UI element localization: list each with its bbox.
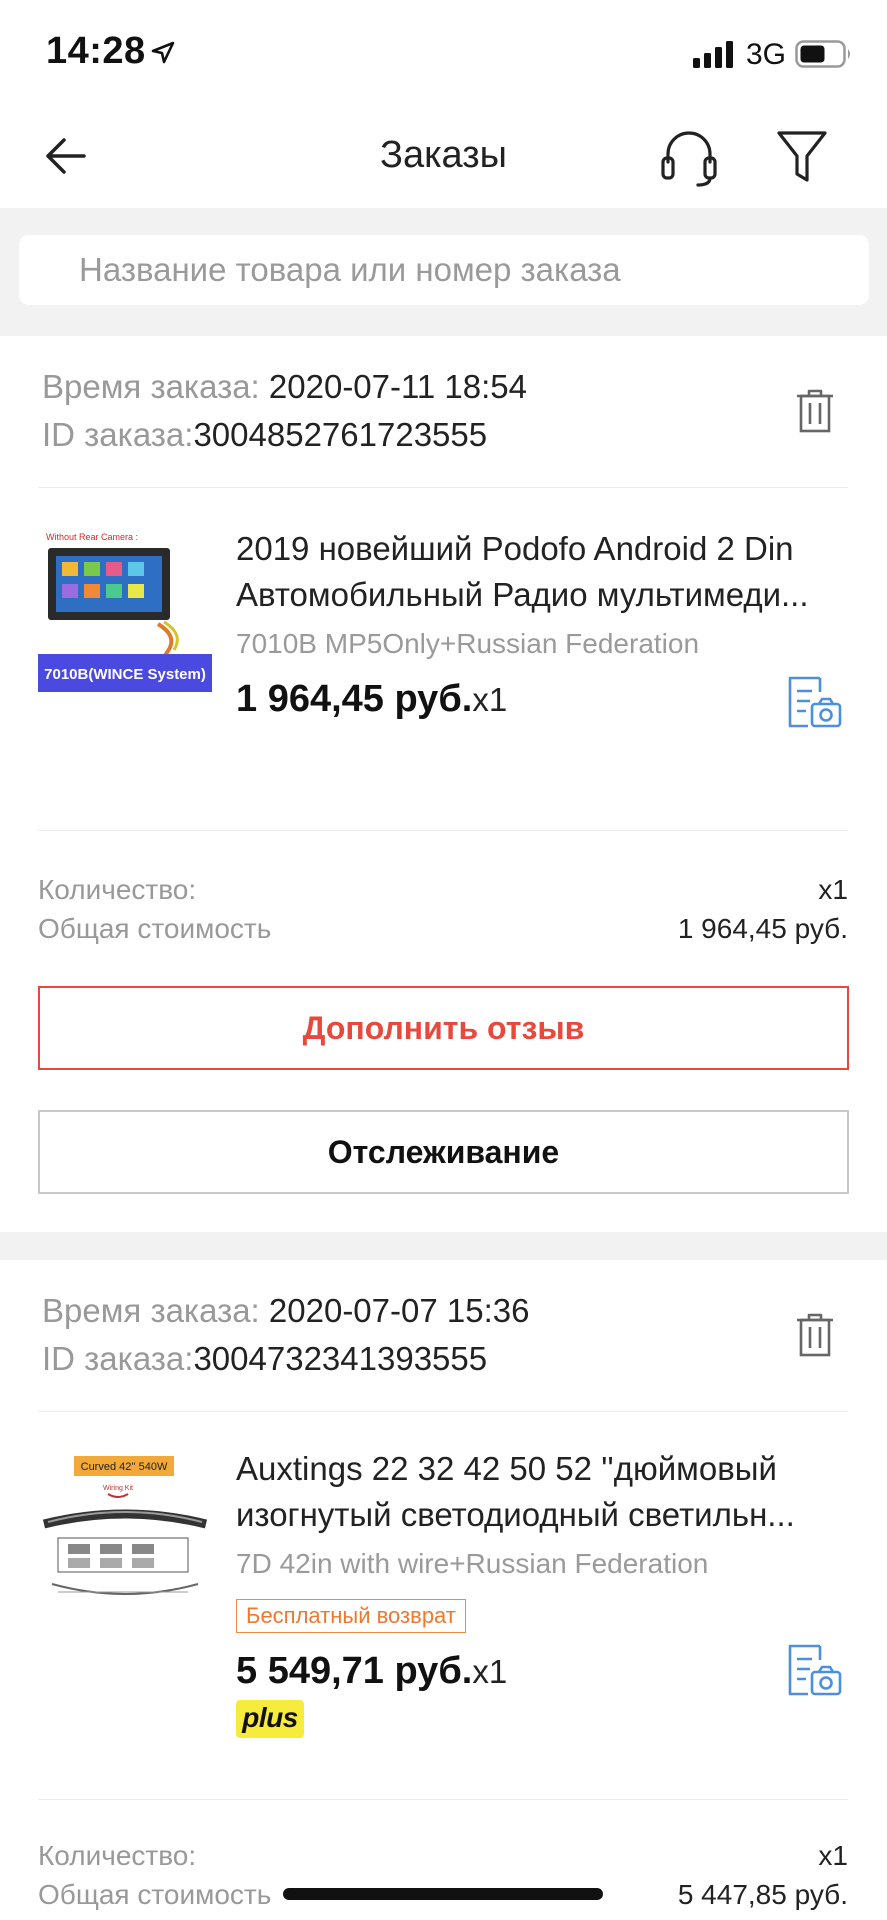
order-id-value: 3004732341393555 xyxy=(193,1340,488,1377)
status-time: 14:28 xyxy=(46,30,146,72)
product-price: 1 964,45 руб.x1 xyxy=(236,678,507,721)
qty-value: x1 xyxy=(818,874,848,905)
trash-icon[interactable] xyxy=(795,388,835,434)
price-qty: x1 xyxy=(472,681,508,718)
order-time-label: Время заказа: xyxy=(42,368,260,405)
product-price: 5 549,71 руб.x1 xyxy=(236,1650,507,1693)
product-title[interactable]: Автомобильный Радио мультимеди... xyxy=(236,572,846,617)
product-thumbnail[interactable]: Without Rear Camera : 7010B(WINCE System… xyxy=(38,526,212,696)
qty-value: x1 xyxy=(818,1840,848,1871)
price-value: 5 549,71 руб. xyxy=(236,1650,473,1692)
product-variant: 7D 42in with wire+Russian Federation xyxy=(236,1548,709,1579)
order-time: Время заказа: 2020-07-11 18:54 xyxy=(42,368,527,406)
qty-label: Количество: xyxy=(38,1840,197,1871)
order-time-value: 2020-07-11 18:54 xyxy=(259,368,528,405)
network-type: 3G xyxy=(746,38,787,71)
photo-review-icon[interactable] xyxy=(786,676,842,730)
order-time-label: Время заказа: xyxy=(42,1292,260,1329)
location-arrow-icon xyxy=(151,41,175,64)
divider xyxy=(38,487,848,488)
headset-icon[interactable] xyxy=(658,128,720,188)
free-return-badge: Бесплатный возврат xyxy=(236,1599,466,1633)
order-id: ID заказа:3004852761723555 xyxy=(42,416,487,454)
search-area xyxy=(0,208,887,336)
product-title[interactable]: 2019 новейший Podofo Android 2 Din xyxy=(236,526,846,571)
tracking-button[interactable]: Отслеживание xyxy=(38,1110,849,1194)
order-id-label: ID заказа: xyxy=(42,1340,194,1377)
divider xyxy=(38,830,848,831)
plus-badge: plus xyxy=(236,1700,304,1738)
divider xyxy=(38,1799,848,1800)
price-qty: x1 xyxy=(472,1653,508,1690)
thumb-label: 7010B(WINCE System) xyxy=(44,666,206,683)
section-divider xyxy=(0,1232,887,1260)
thumb-caption: Curved 42'' 540W xyxy=(81,1461,168,1473)
order-id-value: 3004852761723555 xyxy=(193,416,488,453)
home-indicator[interactable] xyxy=(283,1888,603,1900)
battery-icon xyxy=(795,40,850,68)
total-label: Общая стоимость xyxy=(38,1879,272,1910)
order-card: Время заказа: 2020-07-07 15:36 ID заказа… xyxy=(0,1260,887,1920)
total-label: Общая стоимость xyxy=(38,913,272,944)
product-thumbnail[interactable]: Curved 42'' 540W Wiring Kit xyxy=(38,1454,212,1624)
photo-review-icon[interactable] xyxy=(786,1644,842,1698)
signal-bars-icon xyxy=(693,41,733,68)
total-value: 1 964,45 руб. xyxy=(677,913,848,944)
page-title: Заказы xyxy=(380,134,507,176)
total-value: 5 447,85 руб. xyxy=(677,1879,848,1910)
order-card: Время заказа: 2020-07-11 18:54 ID заказа… xyxy=(0,336,887,1232)
trash-icon[interactable] xyxy=(795,1312,835,1358)
product-title[interactable]: Auxtings 22 32 42 50 52 ''дюймовый xyxy=(236,1446,846,1491)
qty-label: Количество: xyxy=(38,874,197,905)
filter-funnel-icon[interactable] xyxy=(775,128,829,186)
order-time-value: 2020-07-07 15:36 xyxy=(259,1292,530,1329)
product-variant: 7010B MP5Only+Russian Federation xyxy=(236,628,700,659)
thumb-subcaption: Wiring Kit xyxy=(103,1485,133,1492)
status-bar: 14:28 3G xyxy=(0,0,887,100)
thumb-caption: Without Rear Camera : xyxy=(46,532,138,542)
divider xyxy=(38,1411,848,1412)
order-id: ID заказа:3004732341393555 xyxy=(42,1340,487,1378)
nav-bar: Заказы xyxy=(0,100,887,208)
order-time: Время заказа: 2020-07-07 15:36 xyxy=(42,1292,529,1330)
search-input[interactable] xyxy=(19,235,869,305)
add-review-button[interactable]: Дополнить отзыв xyxy=(38,986,849,1070)
order-id-label: ID заказа: xyxy=(42,416,194,453)
price-value: 1 964,45 руб. xyxy=(236,678,473,720)
product-title[interactable]: изогнутый светодиодный светильн... xyxy=(236,1492,846,1537)
